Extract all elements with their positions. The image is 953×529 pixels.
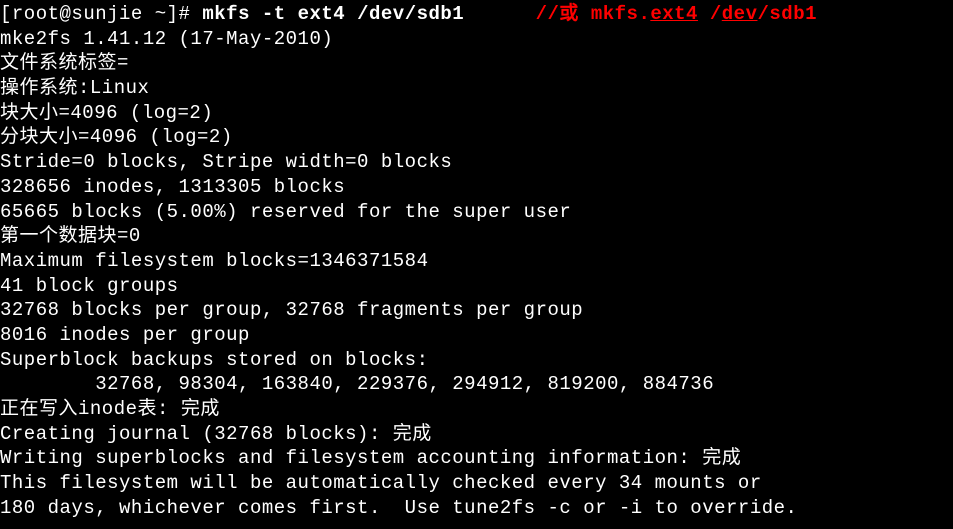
terminal-window[interactable]: [root@sunjie ~]# mkfs -t ext4 /dev/sdb1 … bbox=[0, 2, 953, 520]
prompt-userhost: root@sunjie ~ bbox=[12, 3, 167, 25]
comment-suffix: /sdb1 bbox=[757, 3, 817, 25]
output-line: 180 days, whichever comes first. Use tun… bbox=[0, 496, 953, 521]
prompt-close: ]# bbox=[167, 3, 203, 25]
output-line: 第一个数据块=0 bbox=[0, 224, 953, 249]
output-line: Maximum filesystem blocks=1346371584 bbox=[0, 249, 953, 274]
output-line: 分块大小=4096 (log=2) bbox=[0, 125, 953, 150]
output-line: 32768, 98304, 163840, 229376, 294912, 81… bbox=[0, 372, 953, 397]
output-line: 正在写入inode表: 完成 bbox=[0, 397, 953, 422]
prompt-open: [ bbox=[0, 3, 12, 25]
spacer bbox=[464, 3, 535, 25]
output-line: 块大小=4096 (log=2) bbox=[0, 101, 953, 126]
output-line: Writing superblocks and filesystem accou… bbox=[0, 446, 953, 471]
comment-ext: ext4 bbox=[650, 3, 698, 25]
output-line: 操作系统:Linux bbox=[0, 76, 953, 101]
output-line: Stride=0 blocks, Stripe width=0 blocks bbox=[0, 150, 953, 175]
output-line: 328656 inodes, 1313305 blocks bbox=[0, 175, 953, 200]
output-line: 文件系统标签= bbox=[0, 51, 953, 76]
prompt-line: [root@sunjie ~]# mkfs -t ext4 /dev/sdb1 … bbox=[0, 2, 953, 27]
output-line: 32768 blocks per group, 32768 fragments … bbox=[0, 298, 953, 323]
output-line: Superblock backups stored on blocks: bbox=[0, 348, 953, 373]
output-line: 41 block groups bbox=[0, 274, 953, 299]
command: mkfs -t ext4 /dev/sdb1 bbox=[202, 3, 464, 25]
output-line: This filesystem will be automatically ch… bbox=[0, 471, 953, 496]
comment-prefix: //或 mkfs. bbox=[536, 3, 651, 25]
output-line: 8016 inodes per group bbox=[0, 323, 953, 348]
comment-dev: dev bbox=[722, 3, 758, 25]
comment-mid: / bbox=[698, 3, 722, 25]
output-line: mke2fs 1.41.12 (17-May-2010) bbox=[0, 27, 953, 52]
output-line: Creating journal (32768 blocks): 完成 bbox=[0, 422, 953, 447]
output-line: 65665 blocks (5.00%) reserved for the su… bbox=[0, 200, 953, 225]
